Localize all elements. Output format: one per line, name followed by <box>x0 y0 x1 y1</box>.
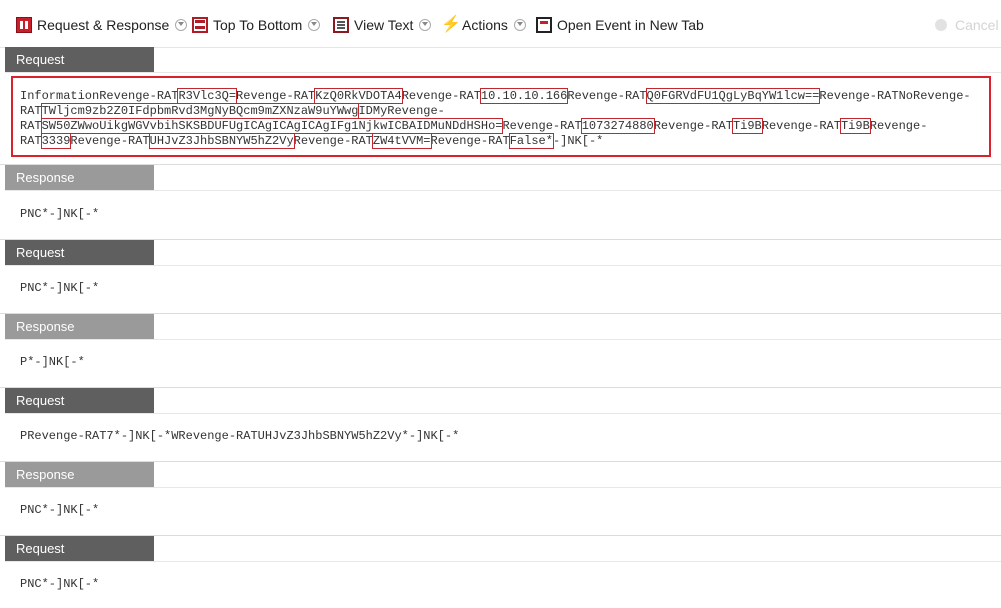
section-header: Request <box>5 388 154 413</box>
chevron-down-icon <box>419 19 432 31</box>
payload-text: Revenge-RAT <box>653 119 733 133</box>
request-section: Request PNC*-]NK[-* <box>0 536 1001 608</box>
payload-text: Revenge-RATNoRevenge- <box>819 89 971 103</box>
request-response-label: Request & Response <box>37 17 170 33</box>
cancel-button[interactable]: Cancel <box>935 14 999 36</box>
highlighted-token: UHJvZ3JhbSBNYW5hZ2Vy <box>148 133 295 149</box>
layout-icon <box>192 17 208 33</box>
actions-label: Actions <box>462 17 508 33</box>
highlighted-token: Ti9B <box>731 118 763 134</box>
payload-text: Revenge-RAT <box>236 89 316 103</box>
response-section: Response PNC*-]NK[-* <box>0 462 1001 536</box>
chevron-down-icon <box>513 19 526 31</box>
payload-line-4[interactable]: RAT3339Revenge-RATUHJvZ3JhbSBNYW5hZ2VyRe… <box>20 133 604 149</box>
payload-text: InformationRevenge-RAT <box>20 89 179 103</box>
highlighted-token: TWljcm9zb2Z0IFdpbmRvd3MgNyBQcm9mZXNzaW9u… <box>40 103 360 119</box>
highlighted-token: 3339 <box>40 133 72 149</box>
open-event-label: Open Event in New Tab <box>557 17 704 33</box>
top-to-bottom-menu[interactable]: Top To Bottom <box>192 14 321 36</box>
payload-text: RAT <box>20 119 42 133</box>
response-section: Response P*-]NK[-* <box>0 314 1001 388</box>
request-section: Request PNC*-]NK[-* <box>0 240 1001 314</box>
new-tab-icon <box>536 17 552 33</box>
chevron-down-icon <box>308 19 321 31</box>
response-section: Response PNC*-]NK[-* <box>0 165 1001 240</box>
section-header: Request <box>5 536 154 561</box>
section-body[interactable]: PNC*-]NK[-* <box>20 207 99 222</box>
payload-text: IDMyRevenge- <box>358 104 445 118</box>
payload-text: Revenge-RAT <box>567 89 647 103</box>
highlighted-token: ZW4tVVM= <box>371 133 432 149</box>
view-text-label: View Text <box>354 17 414 33</box>
payload-text: Revenge-RAT <box>761 119 841 133</box>
request-response-icon <box>16 17 32 33</box>
chevron-down-icon <box>175 19 188 31</box>
section-body[interactable]: P*-]NK[-* <box>20 355 85 370</box>
payload-text: RAT <box>20 134 42 148</box>
section-header: Request <box>5 240 154 265</box>
toolbar: Request & Response Top To Bottom View Te… <box>0 0 1001 48</box>
payload-line-2[interactable]: RATTWljcm9zb2Z0IFdpbmRvd3MgNyBQcm9mZXNza… <box>20 103 445 119</box>
highlighted-token: 10.10.10.166 <box>479 88 569 104</box>
payload-line-3[interactable]: RATSW50ZWwoUikgWGVvbihSKSBDUFUgICAgICAgI… <box>20 118 928 134</box>
payload-text: Revenge-RAT <box>293 134 373 148</box>
section-body[interactable]: PNC*-]NK[-* <box>20 577 99 592</box>
payload-text: RAT <box>20 104 42 118</box>
section-header: Request <box>5 47 154 72</box>
payload-text: Revenge-RAT <box>430 134 510 148</box>
text-document-icon <box>333 17 349 33</box>
payload-text: Revenge-RAT <box>70 134 150 148</box>
section-body[interactable]: PNC*-]NK[-* <box>20 281 99 296</box>
highlighted-token: Ti9B <box>839 118 871 134</box>
highlighted-token: False* <box>508 133 554 149</box>
view-text-menu[interactable]: View Text <box>333 14 432 36</box>
cancel-label: Cancel <box>955 17 999 33</box>
request-response-menu[interactable]: Request & Response <box>16 14 188 36</box>
payload-text: Revenge-RAT <box>401 89 481 103</box>
section-header: Response <box>5 165 154 190</box>
payload-line-1[interactable]: InformationRevenge-RATR3Vlc3Q=Revenge-RA… <box>20 88 971 104</box>
highlighted-token: Q0FGRVdFU1QgLyBqYW1lcw== <box>645 88 821 104</box>
highlighted-token: 1073274880 <box>580 118 655 134</box>
section-body[interactable]: PRevenge-RAT7*-]NK[-*WRevenge-RATUHJvZ3J… <box>20 429 459 444</box>
actions-menu[interactable]: ⚡ Actions <box>441 14 526 36</box>
request-section: Request PRevenge-RAT7*-]NK[-*WRevenge-RA… <box>0 388 1001 462</box>
payload-text: Revenge- <box>869 119 928 133</box>
section-body[interactable]: PNC*-]NK[-* <box>20 503 99 518</box>
section-header: Response <box>5 314 154 339</box>
highlighted-token: R3Vlc3Q= <box>177 88 238 104</box>
cancel-icon <box>935 19 947 31</box>
lightning-icon: ⚡ <box>441 16 461 33</box>
highlighted-token: KzQ0RkVDOTA4 <box>314 88 403 104</box>
open-event-new-tab-button[interactable]: Open Event in New Tab <box>536 14 704 36</box>
payload-text: Revenge-RAT <box>502 119 582 133</box>
payload-text: -]NK[-* <box>552 134 604 148</box>
highlighted-token: SW50ZWwoUikgWGVvbihSKSBDUFUgICAgICAgICAg… <box>40 118 504 134</box>
top-to-bottom-label: Top To Bottom <box>213 17 303 33</box>
section-header: Response <box>5 462 154 487</box>
